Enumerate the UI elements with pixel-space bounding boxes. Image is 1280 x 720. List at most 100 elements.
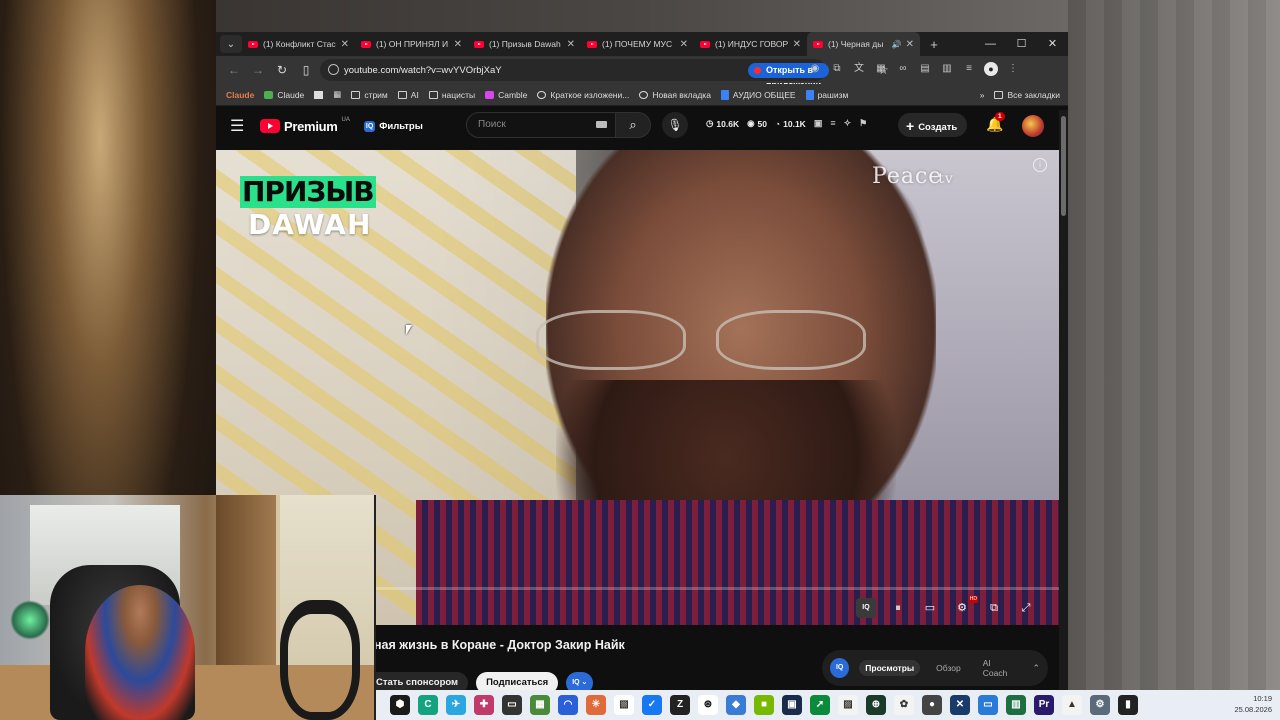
excel-icon[interactable]: ▥: [1006, 695, 1026, 715]
telegram-icon[interactable]: ✈: [446, 695, 466, 715]
app-icon[interactable]: ✿: [894, 695, 914, 715]
chevron-up-icon[interactable]: ⌃: [1032, 663, 1040, 674]
system-clock[interactable]: 10:19 25.08.2026: [1234, 693, 1272, 715]
translate-icon[interactable]: 文: [852, 62, 866, 76]
apps-grid-icon[interactable]: ▦: [333, 89, 341, 100]
all-bookmarks-folder[interactable]: Все закладки: [994, 90, 1060, 100]
browser-tab[interactable]: (1) ПОЧЕМУ МУС ✕: [581, 32, 694, 56]
close-icon[interactable]: ✕: [567, 39, 575, 50]
back-icon[interactable]: ←: [222, 63, 246, 77]
split-view-icon[interactable]: ▯: [294, 63, 318, 77]
claude-app-icon[interactable]: ✳: [586, 695, 606, 715]
tab-ai-coach[interactable]: AI Coach: [977, 655, 1023, 681]
voice-search-button[interactable]: 🎙: [662, 112, 688, 138]
pause-icon[interactable]: ⏸: [888, 598, 908, 618]
premiere-icon[interactable]: Pr: [1034, 695, 1054, 715]
bookmark-camble[interactable]: Camble: [485, 90, 527, 100]
menu-kebab-icon[interactable]: ⋮: [1006, 62, 1020, 76]
audio-app-icon[interactable]: ▮: [1118, 695, 1138, 715]
scrollbar-thumb[interactable]: [1061, 116, 1066, 216]
app-icon[interactable]: ▲: [1062, 695, 1082, 715]
maximize-icon[interactable]: ☐: [1006, 32, 1037, 56]
app-icon[interactable]: Z: [670, 695, 690, 715]
app-icon[interactable]: ▭: [978, 695, 998, 715]
profile-avatar[interactable]: ●: [984, 62, 998, 76]
close-icon[interactable]: ✕: [680, 39, 688, 50]
speaker-icon[interactable]: 🔊: [892, 40, 902, 49]
settings-icon[interactable]: ⚙: [1090, 695, 1110, 715]
fullscreen-icon[interactable]: ⤢: [1016, 598, 1036, 618]
media-queue-icon[interactable]: ≡: [962, 62, 976, 76]
app-icon[interactable]: ▨: [838, 695, 858, 715]
tab-views[interactable]: Просмотры: [859, 660, 921, 676]
bookmark-folder-stream[interactable]: стрим: [351, 90, 388, 100]
openai-icon[interactable]: ⊛: [698, 695, 718, 715]
site-info-icon[interactable]: [328, 64, 339, 75]
app-icon[interactable]: ➚: [810, 695, 830, 715]
bulb-icon[interactable]: ✧: [844, 118, 852, 129]
app-icon[interactable]: ✚: [474, 695, 494, 715]
app-icon[interactable]: ◠: [558, 695, 578, 715]
browser-tab[interactable]: (1) ОН ПРИНЯЛ И ✕: [355, 32, 468, 56]
app-icon[interactable]: ▣: [782, 695, 802, 715]
create-button[interactable]: + Создать: [898, 113, 968, 137]
app-icon[interactable]: ✓: [642, 695, 662, 715]
page-scrollbar[interactable]: [1059, 110, 1068, 720]
browser-tab[interactable]: (1) Призыв Dawah ✕: [468, 32, 581, 56]
bell-off-icon[interactable]: ⚑: [859, 118, 867, 129]
terminal-icon[interactable]: ▭: [502, 695, 522, 715]
extension-icon[interactable]: ◉: [808, 62, 822, 76]
close-window-icon[interactable]: ✕: [1037, 32, 1068, 56]
sidepanel-icon[interactable]: ▥: [940, 62, 954, 76]
app-icon[interactable]: ✕: [950, 695, 970, 715]
notifications-button[interactable]: 🔔 1: [986, 112, 1005, 133]
menu-icon[interactable]: ☰: [230, 116, 250, 136]
reload-icon[interactable]: ↻: [270, 63, 294, 77]
minimize-icon[interactable]: —: [975, 32, 1006, 56]
bookmark-folder-nazis[interactable]: нацисты: [428, 90, 475, 100]
subtitles-icon[interactable]: ▭: [920, 598, 940, 618]
search-button[interactable]: ⌕: [615, 112, 651, 138]
bookmark-claude-2[interactable]: Claude: [264, 90, 304, 100]
bookmark-claude[interactable]: Claude: [222, 90, 254, 100]
close-icon[interactable]: ✕: [341, 39, 349, 50]
forward-icon[interactable]: →: [246, 63, 270, 77]
miniplayer-icon[interactable]: ⧉: [984, 598, 1004, 618]
iq-badge-icon[interactable]: ▣: [814, 118, 823, 129]
filters-button[interactable]: IQ Фильтры: [363, 120, 423, 132]
list-icon[interactable]: ≡: [830, 118, 835, 129]
app-icon[interactable]: ▧: [614, 695, 634, 715]
bookmark-new-tab[interactable]: Новая вкладка: [639, 90, 711, 100]
app-icon[interactable]: ▦: [530, 695, 550, 715]
bookmark-summary[interactable]: Краткое изложени...: [537, 90, 629, 100]
chevron-right-icon[interactable]: »: [980, 90, 985, 100]
settings-gear-icon[interactable]: ⚙: [952, 596, 978, 618]
address-bar[interactable]: youtube.com/watch?v=wvYVOrbjXaY Открыть …: [320, 59, 889, 90]
bookmark-folder-ai[interactable]: AI: [397, 90, 419, 100]
bookmark-rashism[interactable]: рашизм: [805, 89, 848, 100]
app-icon[interactable]: C: [418, 695, 438, 715]
close-icon[interactable]: ✕: [906, 39, 914, 50]
app-icon[interactable]: ⬢: [390, 695, 410, 715]
puzzle-icon[interactable]: ⧉: [830, 62, 844, 76]
iq-player-icon[interactable]: IQ: [856, 598, 876, 618]
link-icon[interactable]: ∞: [896, 62, 910, 76]
table-icon[interactable]: ▤: [918, 62, 932, 76]
app-icon[interactable]: ⊕: [866, 695, 886, 715]
close-icon[interactable]: ✕: [454, 39, 462, 50]
youtube-logo[interactable]: Premium UA: [260, 117, 350, 134]
new-tab-button[interactable]: +: [924, 37, 944, 52]
browser-tab-active[interactable]: (1) Черная ды 🔊 ✕: [807, 32, 920, 56]
app-icon[interactable]: ◆: [726, 695, 746, 715]
bookmark-audio[interactable]: АУДИО ОБЩЕЕ: [720, 89, 796, 100]
grid-icon[interactable]: ▦: [874, 62, 888, 76]
browser-tab[interactable]: (1) Конфликт Стас ✕: [242, 32, 355, 56]
nvidia-icon[interactable]: ■: [754, 695, 774, 715]
app-icon[interactable]: ●: [922, 695, 942, 715]
search-input[interactable]: Поиск: [466, 112, 616, 138]
tab-overview[interactable]: Обзор: [930, 660, 967, 676]
browser-tab[interactable]: (1) ИНДУС ГОВОР ✕: [694, 32, 807, 56]
close-icon[interactable]: ✕: [793, 39, 801, 50]
keyboard-icon[interactable]: [596, 121, 607, 128]
info-icon[interactable]: i: [1033, 158, 1047, 172]
